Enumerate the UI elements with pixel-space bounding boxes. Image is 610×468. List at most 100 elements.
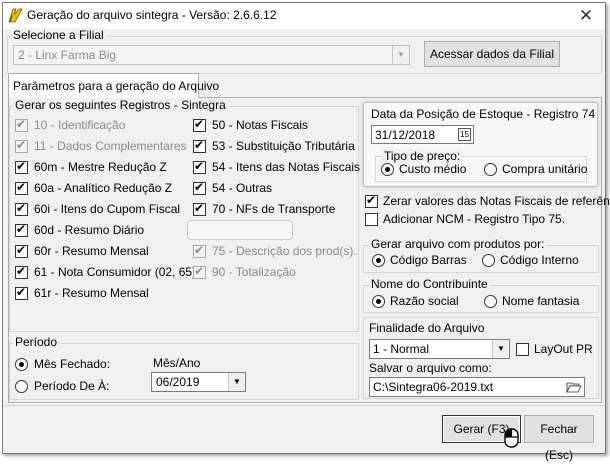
mes-fechado-label: Mês Fechado: [34, 357, 111, 371]
layout-pr-label: LayOut PR [534, 342, 593, 356]
checkmark-icon: ✔ [16, 117, 27, 131]
registro-label: 60r - Resumo Mensal [34, 244, 149, 258]
calendar-icon[interactable]: 15 [458, 128, 471, 141]
registro-checkbox[interactable]: ✔ [193, 117, 206, 132]
registro-checkbox[interactable]: ✔ [193, 159, 206, 174]
estoque-date-value: 31/12/2018 [375, 128, 436, 142]
registro-label: 60a - Analítico Redução Z [34, 181, 173, 195]
compra-unitario-label: Compra unitário [502, 162, 588, 176]
fechar-button[interactable]: Fechar (Esc) [524, 415, 594, 462]
registro-label: 75 - Descrição dos prod(s). [212, 244, 357, 258]
tab-parametros[interactable]: Parâmetros para a geração do Arquivo [8, 73, 219, 98]
filial-select[interactable]: 2 - Linx Farma Big ▼ [13, 45, 410, 65]
mes-ano-label: Mês/Ano [153, 356, 201, 370]
nome-fantasia-label: Nome fantasia [502, 294, 580, 308]
codigo-interno-label: Código Interno [500, 253, 579, 267]
registro-label: 70 - NFs de Transporte [212, 202, 336, 216]
window-title: Geração do arquivo sintegra - Versão: 2.… [27, 8, 277, 22]
checkmark-icon: ✔ [16, 243, 27, 257]
focus-highlight [187, 220, 293, 240]
checkmark-icon: ✔ [194, 201, 205, 215]
mes-fechado-radio[interactable] [15, 358, 28, 371]
custo-medio-label: Custo médio [399, 162, 467, 176]
periodo-de-a-label: Período De À: [34, 379, 110, 393]
registro-label: 61 - Nota Consumidor (02, 65) [34, 265, 197, 279]
registro-label: 90 - Totalização [212, 265, 296, 279]
tab-parametros-label: Parâmetros para a geração do Arquivo [13, 79, 220, 93]
checkmark-icon: ✔ [194, 264, 205, 278]
registro-checkbox[interactable]: ✔ [15, 180, 28, 195]
registro-label: 54 - Outras [212, 181, 273, 195]
chevron-down-icon: ▼ [492, 340, 509, 358]
registro-checkbox[interactable]: ✔ [15, 285, 28, 300]
checkmark-icon: ✔ [16, 264, 27, 278]
checkmark-icon: ✔ [16, 138, 27, 152]
nome-fantasia-radio[interactable] [484, 295, 497, 308]
finalidade-select[interactable]: 1 - Normal ▼ [369, 339, 510, 359]
periodo-de-a-radio[interactable] [15, 380, 28, 393]
checkmark-icon: ✔ [194, 117, 205, 131]
finalidade-legend: Finalidade do Arquivo [369, 321, 485, 335]
access-filial-button[interactable]: Acessar dados da Filial [424, 41, 560, 67]
registro-checkbox[interactable]: ✔ [193, 180, 206, 195]
registro-checkbox: ✔ [193, 243, 206, 258]
salvar-label: Salvar o arquivo como: [369, 361, 492, 375]
checkmark-icon: ✔ [194, 243, 205, 257]
registro-checkbox[interactable]: ✔ [15, 159, 28, 174]
layout-pr-checkbox[interactable] [516, 343, 529, 356]
adicionar-ncm-checkbox[interactable] [365, 213, 378, 226]
codigo-barras-label: Código Barras [390, 253, 467, 267]
registros-legend: Gerar os seguintes Registros - Sintegra [13, 98, 228, 112]
registro-label: 50 - Notas Fiscais [212, 118, 309, 132]
finalidade-value: 1 - Normal [373, 342, 430, 356]
mes-ano-value: 06/2019 [156, 375, 200, 389]
registro-checkbox: ✔ [193, 264, 206, 279]
registro-label: 54 - Itens das Notas Fiscais [212, 160, 361, 174]
codigo-interno-radio[interactable] [482, 254, 495, 267]
codigo-barras-radio[interactable] [372, 254, 385, 267]
checkmark-icon: ✔ [16, 201, 27, 215]
registro-checkbox[interactable]: ✔ [15, 222, 28, 237]
registro-label: 53 - Substituição Tributária [212, 139, 355, 153]
razao-social-radio[interactable] [372, 295, 385, 308]
checkmark-icon: ✔ [194, 159, 205, 173]
produtos-legend: Gerar arquivo com produtos por: [369, 237, 547, 251]
app-icon [8, 8, 23, 23]
compra-unitario-radio[interactable] [484, 163, 497, 176]
registro-checkbox[interactable]: ✔ [193, 138, 206, 153]
registro-label: 60d - Resumo Diário [34, 223, 145, 237]
bottom-separator [3, 405, 605, 406]
checkmark-icon: ✔ [16, 180, 27, 194]
periodo-legend: Período [13, 335, 60, 349]
checkmark-icon: ✔ [194, 138, 205, 152]
close-icon[interactable]: ✕ [571, 5, 601, 27]
zerar-label: Zerar valores das Notas Fiscais de refer… [383, 194, 610, 208]
checkmark-icon: ✔ [16, 285, 27, 299]
registro-checkbox[interactable]: ✔ [15, 264, 28, 279]
checkmark-icon: ✔ [16, 222, 27, 236]
estoque-legend: Data da Posição de Estoque - Registro 74 [371, 107, 596, 121]
registro-checkbox: ✔ [15, 138, 28, 153]
arquivo-path-value: C:\Sintegra06-2019.txt [373, 380, 494, 394]
razao-social-label: Razão social [390, 294, 459, 308]
registro-label: 60i - Itens do Cupom Fiscal [34, 202, 181, 216]
registro-checkbox: ✔ [15, 117, 28, 132]
mes-ano-select[interactable]: 06/2019 ▼ [151, 372, 246, 392]
registro-checkbox[interactable]: ✔ [15, 243, 28, 258]
title-bar: Geração do arquivo sintegra - Versão: 2.… [3, 3, 605, 29]
registro-label: 10 - Identificação [34, 118, 126, 132]
registro-label: 11 - Dados Complementares [34, 139, 187, 153]
registro-label: 60m - Mestre Redução Z [34, 160, 167, 174]
folder-open-icon[interactable] [566, 380, 582, 394]
chevron-down-icon: ▼ [228, 373, 245, 391]
checkmark-icon: ✔ [194, 180, 205, 194]
estoque-date-input[interactable]: 31/12/2018 15 [371, 125, 474, 144]
registro-checkbox[interactable]: ✔ [193, 201, 206, 216]
contribuinte-legend: Nome do Contribuinte [369, 277, 490, 291]
custo-medio-radio[interactable] [381, 163, 394, 176]
registro-checkbox[interactable]: ✔ [15, 201, 28, 216]
zerar-checkbox[interactable]: ✔ [365, 193, 378, 208]
registro-label: 61r - Resumo Mensal [34, 286, 149, 300]
arquivo-path-input[interactable]: C:\Sintegra06-2019.txt [369, 377, 585, 397]
chevron-down-icon: ▼ [392, 46, 409, 64]
